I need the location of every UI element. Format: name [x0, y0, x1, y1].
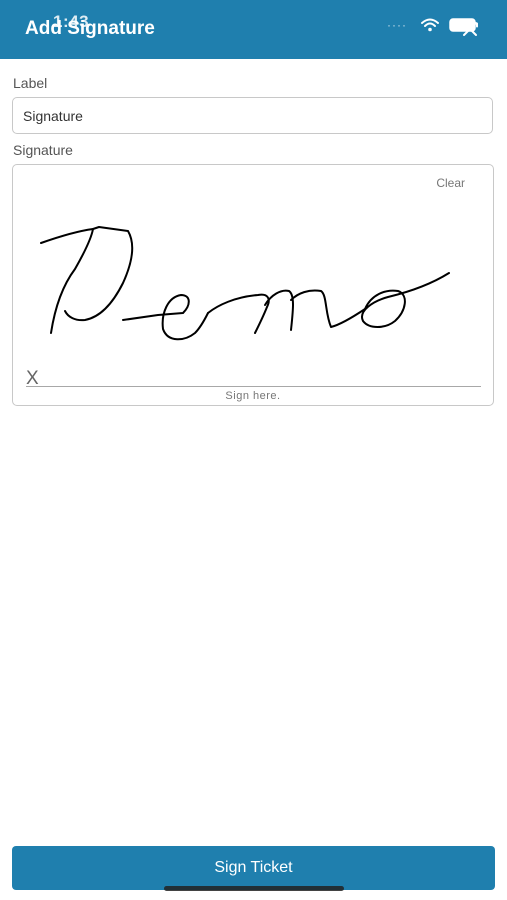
signature-line: [26, 386, 481, 387]
wifi-icon: [421, 18, 439, 32]
signature-pad[interactable]: Clear X Sign here.: [12, 164, 494, 406]
signature-drawing: [40, 226, 450, 341]
signature-field-label: Signature: [13, 142, 73, 158]
sign-here-hint: Sign here.: [225, 390, 281, 402]
signal-icon: ····: [387, 18, 407, 32]
label-field-label: Label: [13, 75, 48, 91]
label-input[interactable]: [12, 97, 493, 134]
home-indicator: [164, 886, 344, 891]
close-icon[interactable]: [461, 20, 479, 38]
header-bar: 1:43 Add Signature ····: [0, 0, 507, 59]
page-title: Add Signature: [25, 18, 155, 39]
sign-ticket-button[interactable]: Sign Ticket: [12, 846, 495, 890]
